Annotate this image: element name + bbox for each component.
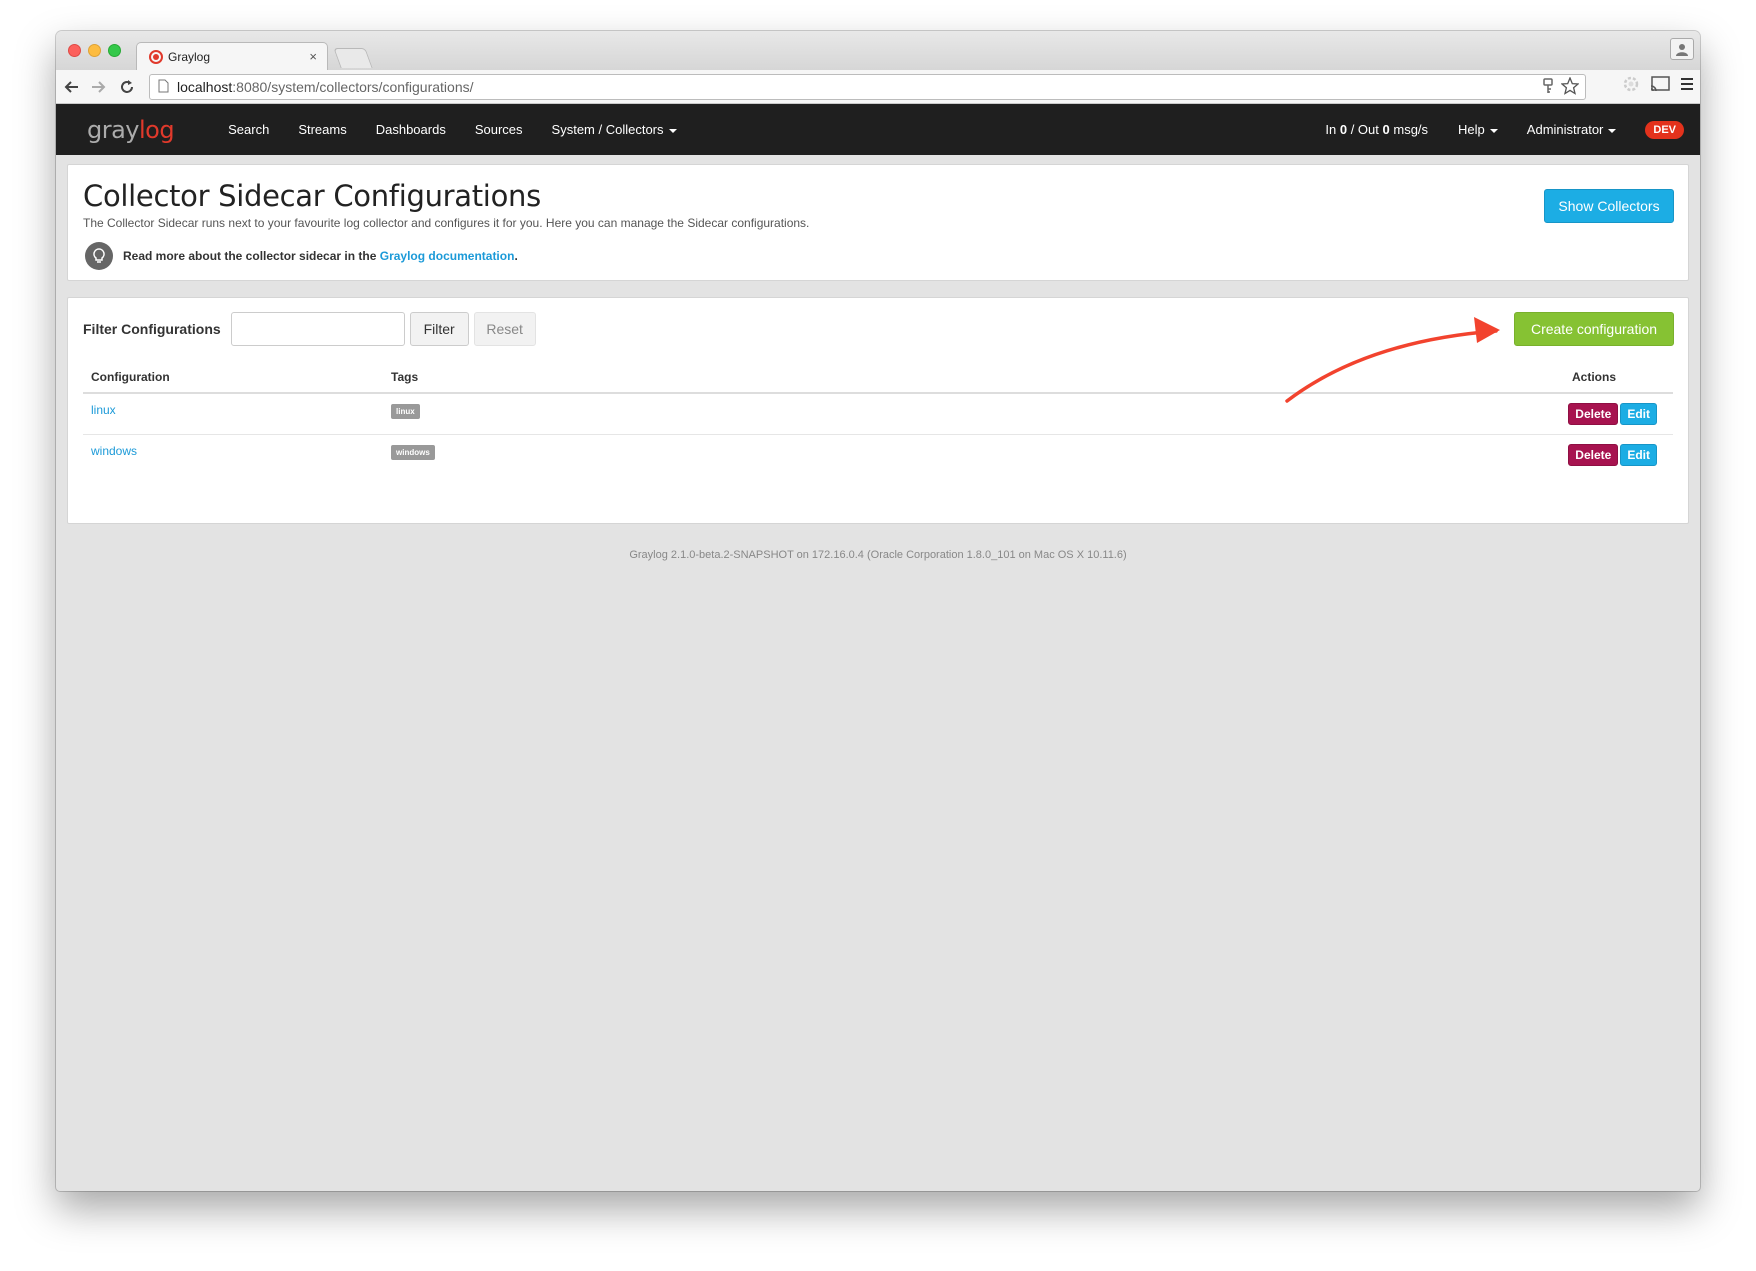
zoom-window-button[interactable] bbox=[108, 44, 121, 57]
minimize-window-button[interactable] bbox=[88, 44, 101, 57]
column-header-tags: Tags bbox=[383, 364, 831, 394]
filter-input[interactable] bbox=[230, 312, 405, 346]
show-collectors-button[interactable]: Show Collectors bbox=[1544, 189, 1674, 223]
table-header-row: Configuration Tags Actions bbox=[83, 364, 1673, 394]
cast-icon[interactable] bbox=[1650, 76, 1670, 97]
graylog-favicon-icon bbox=[149, 49, 163, 64]
table-row: windows windows Delete Edit bbox=[83, 435, 1673, 476]
documentation-text: Read more about the collector sidecar in… bbox=[123, 249, 518, 263]
table-row: linux linux Delete Edit bbox=[83, 393, 1673, 435]
url-text: localhost:8080/system/collectors/configu… bbox=[177, 79, 474, 95]
hamburger-menu-icon[interactable] bbox=[1680, 77, 1694, 96]
new-tab-button[interactable] bbox=[333, 48, 373, 68]
page-header-panel: Collector Sidecar Configurations The Col… bbox=[67, 164, 1689, 281]
column-header-configuration: Configuration bbox=[83, 364, 383, 394]
documentation-link[interactable]: Graylog documentation bbox=[380, 249, 515, 263]
column-header-actions: Actions bbox=[830, 364, 1673, 394]
edit-button[interactable]: Edit bbox=[1620, 403, 1657, 425]
configurations-panel: Filter Configurations Filter Reset Creat… bbox=[67, 297, 1689, 524]
nav-sources[interactable]: Sources bbox=[475, 122, 523, 137]
edit-button[interactable]: Edit bbox=[1620, 444, 1657, 466]
filter-label: Filter Configurations bbox=[83, 321, 221, 337]
delete-button[interactable]: Delete bbox=[1568, 403, 1619, 425]
create-configuration-button[interactable]: Create configuration bbox=[1514, 312, 1674, 346]
page-description: The Collector Sidecar runs next to your … bbox=[83, 216, 810, 230]
page-title: Collector Sidecar Configurations bbox=[83, 179, 541, 213]
tab-title: Graylog bbox=[168, 49, 211, 64]
star-icon[interactable] bbox=[1560, 75, 1580, 98]
nav-search[interactable]: Search bbox=[228, 122, 269, 137]
profile-icon[interactable] bbox=[1670, 38, 1694, 60]
configuration-link[interactable]: windows bbox=[91, 444, 137, 458]
version-footer: Graylog 2.1.0-beta.2-SNAPSHOT on 172.16.… bbox=[629, 549, 1127, 561]
address-bar[interactable]: localhost:8080/system/collectors/configu… bbox=[149, 74, 1586, 100]
key-icon[interactable] bbox=[1543, 77, 1553, 97]
caret-down-icon bbox=[668, 128, 677, 133]
arrow-right-icon[interactable] bbox=[86, 74, 112, 100]
main-content: Collector Sidecar Configurations The Col… bbox=[67, 164, 1689, 561]
configuration-link[interactable]: linux bbox=[91, 403, 116, 417]
nav-dashboards[interactable]: Dashboards bbox=[376, 122, 446, 137]
caret-down-icon bbox=[1489, 128, 1498, 133]
nav-system-dropdown[interactable]: System / Collectors bbox=[552, 122, 677, 137]
filter-button[interactable]: Filter bbox=[409, 312, 469, 346]
throughput-indicator: In 0 / Out 0 msg/s bbox=[1325, 122, 1429, 137]
browser-window: Graylog × localhost:8080/system/collecto… bbox=[56, 31, 1700, 1191]
nav-help-dropdown[interactable]: Help bbox=[1458, 122, 1498, 137]
graylog-navbar: graylog Search Streams Dashboards Source… bbox=[56, 104, 1700, 155]
delete-button[interactable]: Delete bbox=[1568, 444, 1619, 466]
graylog-logo[interactable]: graylog bbox=[87, 116, 175, 144]
browser-toolbar: localhost:8080/system/collectors/configu… bbox=[56, 70, 1700, 104]
extension-gear-icon[interactable] bbox=[1622, 75, 1640, 98]
filter-row: Filter Configurations Filter Reset bbox=[83, 312, 1673, 346]
documentation-hint: Read more about the collector sidecar in… bbox=[83, 242, 1688, 270]
tag-label: windows bbox=[391, 445, 435, 460]
nav-streams[interactable]: Streams bbox=[298, 122, 346, 137]
reload-icon[interactable] bbox=[114, 74, 140, 100]
lightbulb-icon bbox=[85, 242, 113, 270]
configurations-table: Configuration Tags Actions linux linux D… bbox=[83, 364, 1673, 475]
browser-tab[interactable]: Graylog × bbox=[136, 42, 328, 70]
nav-user-dropdown[interactable]: Administrator bbox=[1527, 122, 1617, 137]
tag-label: linux bbox=[391, 404, 420, 419]
close-window-button[interactable] bbox=[68, 44, 81, 57]
caret-down-icon bbox=[1608, 128, 1617, 133]
tab-strip: Graylog × bbox=[56, 31, 1700, 70]
page-icon bbox=[158, 79, 169, 96]
arrow-left-icon[interactable] bbox=[58, 74, 84, 100]
dev-badge: DEV bbox=[1645, 120, 1684, 139]
tab-close-icon[interactable]: × bbox=[309, 49, 317, 64]
reset-button[interactable]: Reset bbox=[473, 312, 536, 346]
